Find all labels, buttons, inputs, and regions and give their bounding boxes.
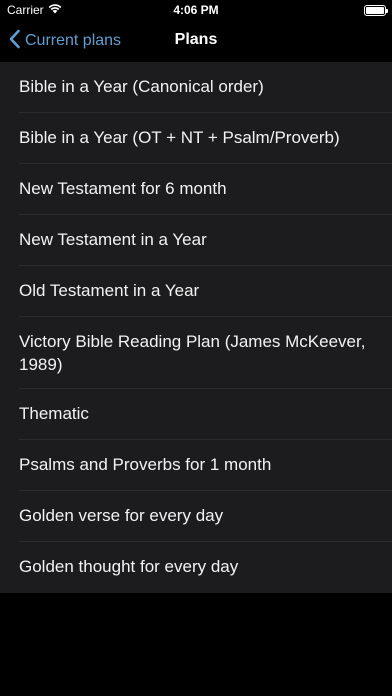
status-time: 4:06 PM — [173, 3, 219, 17]
plan-item[interactable]: Old Testament in a Year — [0, 266, 392, 317]
plan-item[interactable]: Golden verse for every day — [0, 491, 392, 542]
plans-list: Bible in a Year (Canonical order) Bible … — [0, 62, 392, 593]
plan-item[interactable]: Bible in a Year (Canonical order) — [0, 62, 392, 113]
page-title: Plans — [174, 31, 218, 48]
plan-item[interactable]: Psalms and Proverbs for 1 month — [0, 440, 392, 491]
screen: Carrier 4:06 PM Current plans Plans Bibl… — [0, 0, 392, 696]
status-bar: Carrier 4:06 PM — [0, 0, 392, 20]
plan-item[interactable]: Thematic — [0, 389, 392, 440]
plan-item[interactable]: Bible in a Year (OT + NT + Psalm/Proverb… — [0, 113, 392, 164]
plan-item[interactable]: New Testament for 6 month — [0, 164, 392, 215]
battery-icon — [364, 4, 388, 16]
plan-item[interactable]: Victory Bible Reading Plan (James McKeev… — [0, 317, 392, 389]
status-right — [364, 4, 388, 16]
navigation-bar: Current plans Plans — [0, 20, 392, 62]
plan-item[interactable]: New Testament in a Year — [0, 215, 392, 266]
plan-item[interactable]: Golden thought for every day — [0, 542, 392, 593]
